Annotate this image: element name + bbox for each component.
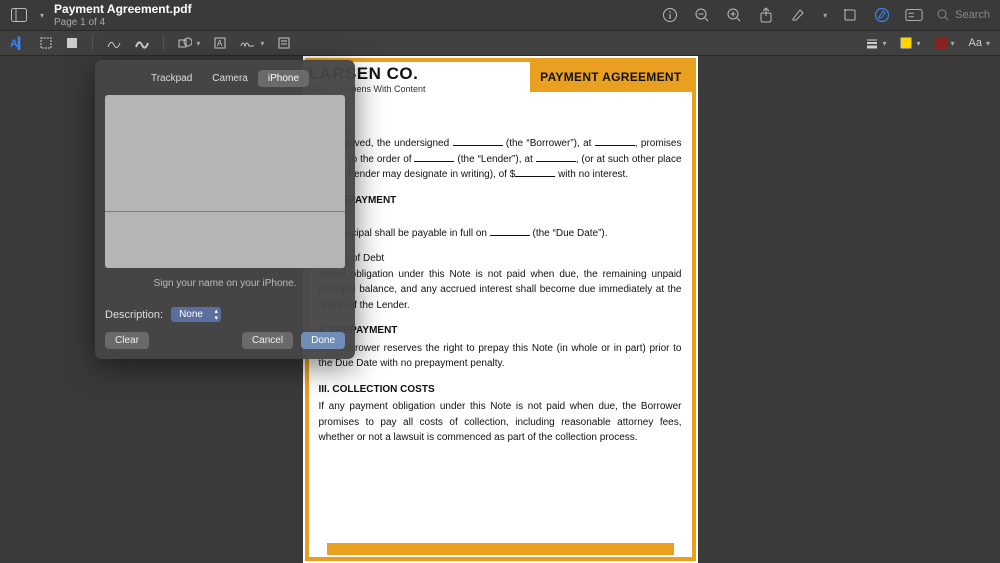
sidebar-toggle-icon[interactable]: [10, 6, 28, 24]
zoom-in-icon[interactable]: [725, 6, 743, 24]
chevron-down-icon[interactable]: ▾: [823, 11, 827, 20]
form-icon[interactable]: [905, 6, 923, 24]
tab-camera[interactable]: Camera: [202, 70, 258, 87]
title-bar: ▾ Payment Agreement.pdf Page 1 of 4 ▾: [0, 0, 1000, 30]
signature-panel: Trackpad Camera iPhone Sign your name on…: [95, 60, 355, 359]
stroke-color-tool[interactable]: ▾: [900, 37, 920, 49]
doc-title-block: Payment Agreement.pdf Page 1 of 4: [54, 2, 192, 28]
signature-canvas[interactable]: [105, 95, 345, 268]
zoom-out-icon[interactable]: [693, 6, 711, 24]
text-tool[interactable]: A: [214, 37, 226, 49]
fill-color-tool[interactable]: ▾: [935, 37, 955, 49]
svg-text:A: A: [217, 39, 223, 48]
pdf-page: LARSEN CO. Magic Happens With Content PA…: [303, 56, 698, 563]
cancel-button[interactable]: Cancel: [242, 332, 293, 349]
page-footer-bar: [327, 543, 674, 555]
text-select-tool[interactable]: A▎: [10, 37, 26, 50]
info-icon[interactable]: [661, 6, 679, 24]
page-body: ue received, the undersigned (the “Borro…: [309, 100, 692, 464]
signature-caption: Sign your name on your iPhone.: [105, 278, 345, 289]
markup-icon[interactable]: [873, 6, 891, 24]
signature-source-tabs: Trackpad Camera iPhone: [105, 70, 345, 87]
highlight-icon[interactable]: [789, 6, 807, 24]
rect-select-tool[interactable]: [40, 37, 52, 49]
search-box[interactable]: Search: [937, 9, 990, 21]
border-style-tool[interactable]: ▾: [866, 37, 886, 49]
shapes-tool[interactable]: ▾: [178, 37, 200, 49]
tab-trackpad[interactable]: Trackpad: [141, 70, 202, 87]
sign-tool[interactable]: ▾: [240, 37, 264, 49]
done-button[interactable]: Done: [301, 332, 345, 349]
text-style-tool[interactable]: Aa▾: [969, 37, 990, 49]
section-repayment-title: OF REPAYMENT: [319, 193, 682, 209]
document-title-badge: PAYMENT AGREEMENT: [530, 62, 691, 92]
rotate-icon[interactable]: [841, 6, 859, 24]
draw-tool[interactable]: [135, 37, 149, 49]
doc-title: Payment Agreement.pdf: [54, 2, 192, 16]
description-label: Description:: [105, 309, 163, 321]
markup-toolbar: A▎ ▾ A ▾ ▾ ▾ ▾ Aa▾: [0, 30, 1000, 56]
page-indicator: Page 1 of 4: [54, 17, 192, 28]
signature-baseline: [105, 211, 345, 212]
chevron-down-icon[interactable]: ▾: [40, 11, 44, 20]
sketch-tool[interactable]: [107, 37, 121, 49]
section-collection-title: III. COLLECTION COSTS: [319, 382, 682, 398]
search-placeholder: Search: [955, 9, 990, 21]
redact-tool[interactable]: [66, 37, 78, 49]
share-icon[interactable]: [757, 6, 775, 24]
section-prepayment-title: II. PREPAYMENT: [319, 323, 682, 339]
tab-iphone[interactable]: iPhone: [258, 70, 309, 87]
clear-button[interactable]: Clear: [105, 332, 149, 349]
description-select[interactable]: None ▴▾: [171, 307, 221, 322]
note-tool[interactable]: [278, 37, 290, 49]
